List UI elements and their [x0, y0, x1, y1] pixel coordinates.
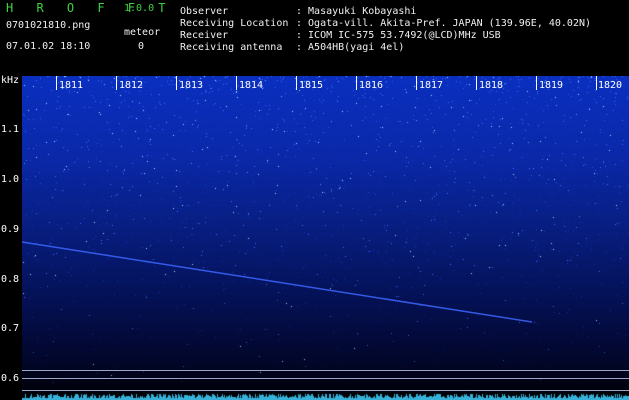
info-key-antenna: Receiving antenna: [180, 42, 283, 53]
meteor-count: 0: [138, 41, 145, 52]
meteor-label: meteor: [124, 27, 161, 38]
app-version: 1.0.0: [124, 3, 155, 14]
x-tick: [356, 76, 357, 90]
y-tick-label: 0.9: [1, 224, 20, 235]
x-tick-label: 1817: [419, 80, 444, 91]
x-tick-label: 1813: [179, 80, 204, 91]
info-key-receiver: Receiver: [180, 30, 229, 41]
x-tick-label: 1815: [299, 80, 324, 91]
y-tick-label: 0.7: [1, 323, 20, 334]
x-tick: [56, 76, 57, 90]
x-tick: [596, 76, 597, 90]
x-tick: [476, 76, 477, 90]
file-name: 0701021810.png: [6, 20, 91, 31]
meteor-trail: [22, 241, 533, 323]
x-tick: [116, 76, 117, 90]
info-value-location: : Ogata-vill. Akita-Pref. JAPAN (139.96E…: [296, 18, 592, 29]
reference-line: [22, 390, 629, 391]
x-tick-label: 1812: [119, 80, 144, 91]
x-tick-label: 1819: [539, 80, 564, 91]
x-tick-label: 1820: [598, 80, 623, 91]
y-tick-label: 1.1: [1, 124, 20, 135]
x-tick: [176, 76, 177, 90]
capture-datetime: 07.01.02 18:10: [6, 41, 91, 52]
reference-line: [22, 378, 629, 379]
y-tick-label: 1.0: [1, 174, 20, 185]
x-tick-label: 1818: [479, 80, 504, 91]
x-tick: [536, 76, 537, 90]
x-tick-label: 1814: [239, 80, 264, 91]
reference-line: [22, 370, 629, 371]
x-tick-label: 1811: [59, 80, 84, 91]
y-tick-label: 0.6: [1, 373, 20, 384]
info-key-observer: Observer: [180, 6, 229, 17]
info-value-antenna: : A504HB(yagi 4el): [296, 42, 405, 53]
x-tick-label: 1816: [359, 80, 384, 91]
info-value-observer: : Masayuki Kobayashi: [296, 6, 417, 17]
header-panel: H R O F F T 1.0.0 0701021810.png meteor …: [0, 0, 629, 72]
y-axis-unit: kHz: [1, 75, 20, 86]
meteor-trail-line: [22, 241, 533, 323]
info-key-location: Receiving Location: [180, 18, 289, 29]
x-tick: [236, 76, 237, 90]
x-tick: [416, 76, 417, 90]
x-tick: [296, 76, 297, 90]
info-value-receiver: : ICOM IC-575 53.7492(@LCD)MHz USB: [296, 30, 501, 41]
y-tick-label: 0.8: [1, 274, 20, 285]
